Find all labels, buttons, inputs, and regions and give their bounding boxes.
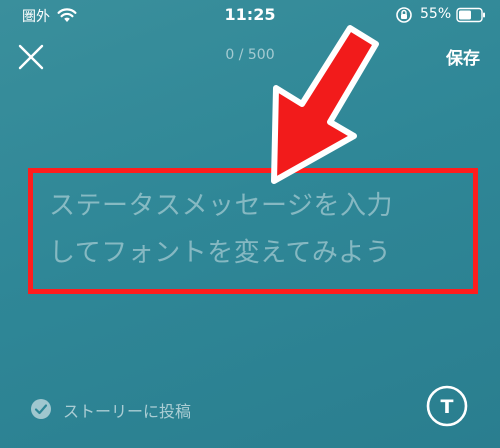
message-placeholder: ステータスメッセージを入力 してフォントを変えてみよう (49, 183, 479, 277)
battery-percentage: 55% (420, 6, 452, 22)
post-to-story-label: ストーリーに投稿 (63, 402, 192, 421)
placeholder-line-2: してフォントを変えてみよう (49, 238, 392, 268)
battery-icon (456, 7, 485, 23)
font-button-glyph: T (441, 396, 454, 418)
placeholder-line-1: ステータスメッセージを入力 (49, 191, 393, 221)
check-circle-icon (31, 399, 51, 419)
font-style-button[interactable]: T (426, 385, 468, 427)
save-button[interactable]: 保存 (446, 44, 480, 69)
annotation-arrow-icon (271, 25, 379, 184)
